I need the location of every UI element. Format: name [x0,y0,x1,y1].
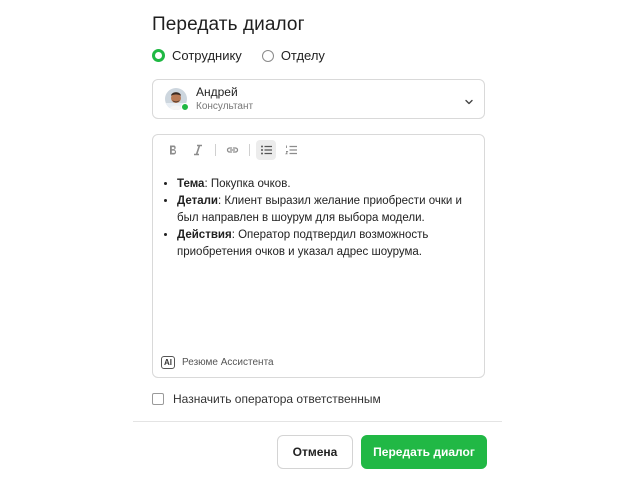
toolbar-divider [249,144,250,156]
numbered-list-icon[interactable] [281,140,301,160]
summary-item-text: : Клиент выразил желание приобрести очки… [177,195,462,224]
bold-icon[interactable] [163,140,183,160]
radio-department-label: Отделу [280,48,325,63]
radio-department[interactable]: Отделу [261,48,325,63]
summary-list: Тема: Покупка очков. Детали: Клиент выра… [163,176,468,261]
radio-employee[interactable]: Сотруднику [152,48,242,63]
transfer-dialog-button[interactable]: Передать диалог [361,435,487,469]
list-item: Действия: Оператор подтвердил возможност… [177,227,468,261]
editor-toolbar [163,140,306,160]
list-item: Тема: Покупка очков. [177,176,468,193]
summary-item-text: : Покупка очков. [204,178,291,190]
list-item: Детали: Клиент выразил желание приобрест… [177,193,468,227]
dialog-title: Передать диалог [152,14,305,35]
bulleted-list-icon[interactable] [256,140,276,160]
radio-unchecked-icon[interactable] [261,49,274,62]
assign-responsible-checkbox[interactable]: Назначить оператора ответственным [152,392,381,406]
link-icon[interactable] [222,140,242,160]
online-status-icon [181,103,189,111]
assignee-role: Консультант [196,101,254,113]
checkbox-icon[interactable] [152,393,164,405]
avatar [165,88,189,111]
chevron-down-icon[interactable] [464,94,474,112]
italic-icon[interactable] [188,140,208,160]
summary-editor[interactable]: Тема: Покупка очков. Детали: Клиент выра… [152,134,485,378]
assignee-name: Андрей [196,84,238,99]
summary-content[interactable]: Тема: Покупка очков. Детали: Клиент выра… [163,176,468,261]
radio-checked-icon[interactable] [152,49,165,62]
summary-item-label: Тема [177,178,205,190]
ai-badge-icon: AI [161,356,175,369]
footer-divider [133,421,502,422]
ai-summary-tag: AI Резюме Ассистента [161,356,274,369]
summary-item-label: Детали [177,195,218,207]
cancel-button[interactable]: Отмена [277,435,353,469]
summary-item-label: Действия [177,229,232,241]
assign-responsible-label: Назначить оператора ответственным [173,392,381,406]
transfer-target-group: Сотруднику Отделу [152,48,345,63]
radio-employee-label: Сотруднику [172,48,242,63]
toolbar-divider [215,144,216,156]
ai-summary-label: Резюме Ассистента [182,357,274,368]
assignee-select[interactable]: Андрей Консультант [152,79,485,119]
